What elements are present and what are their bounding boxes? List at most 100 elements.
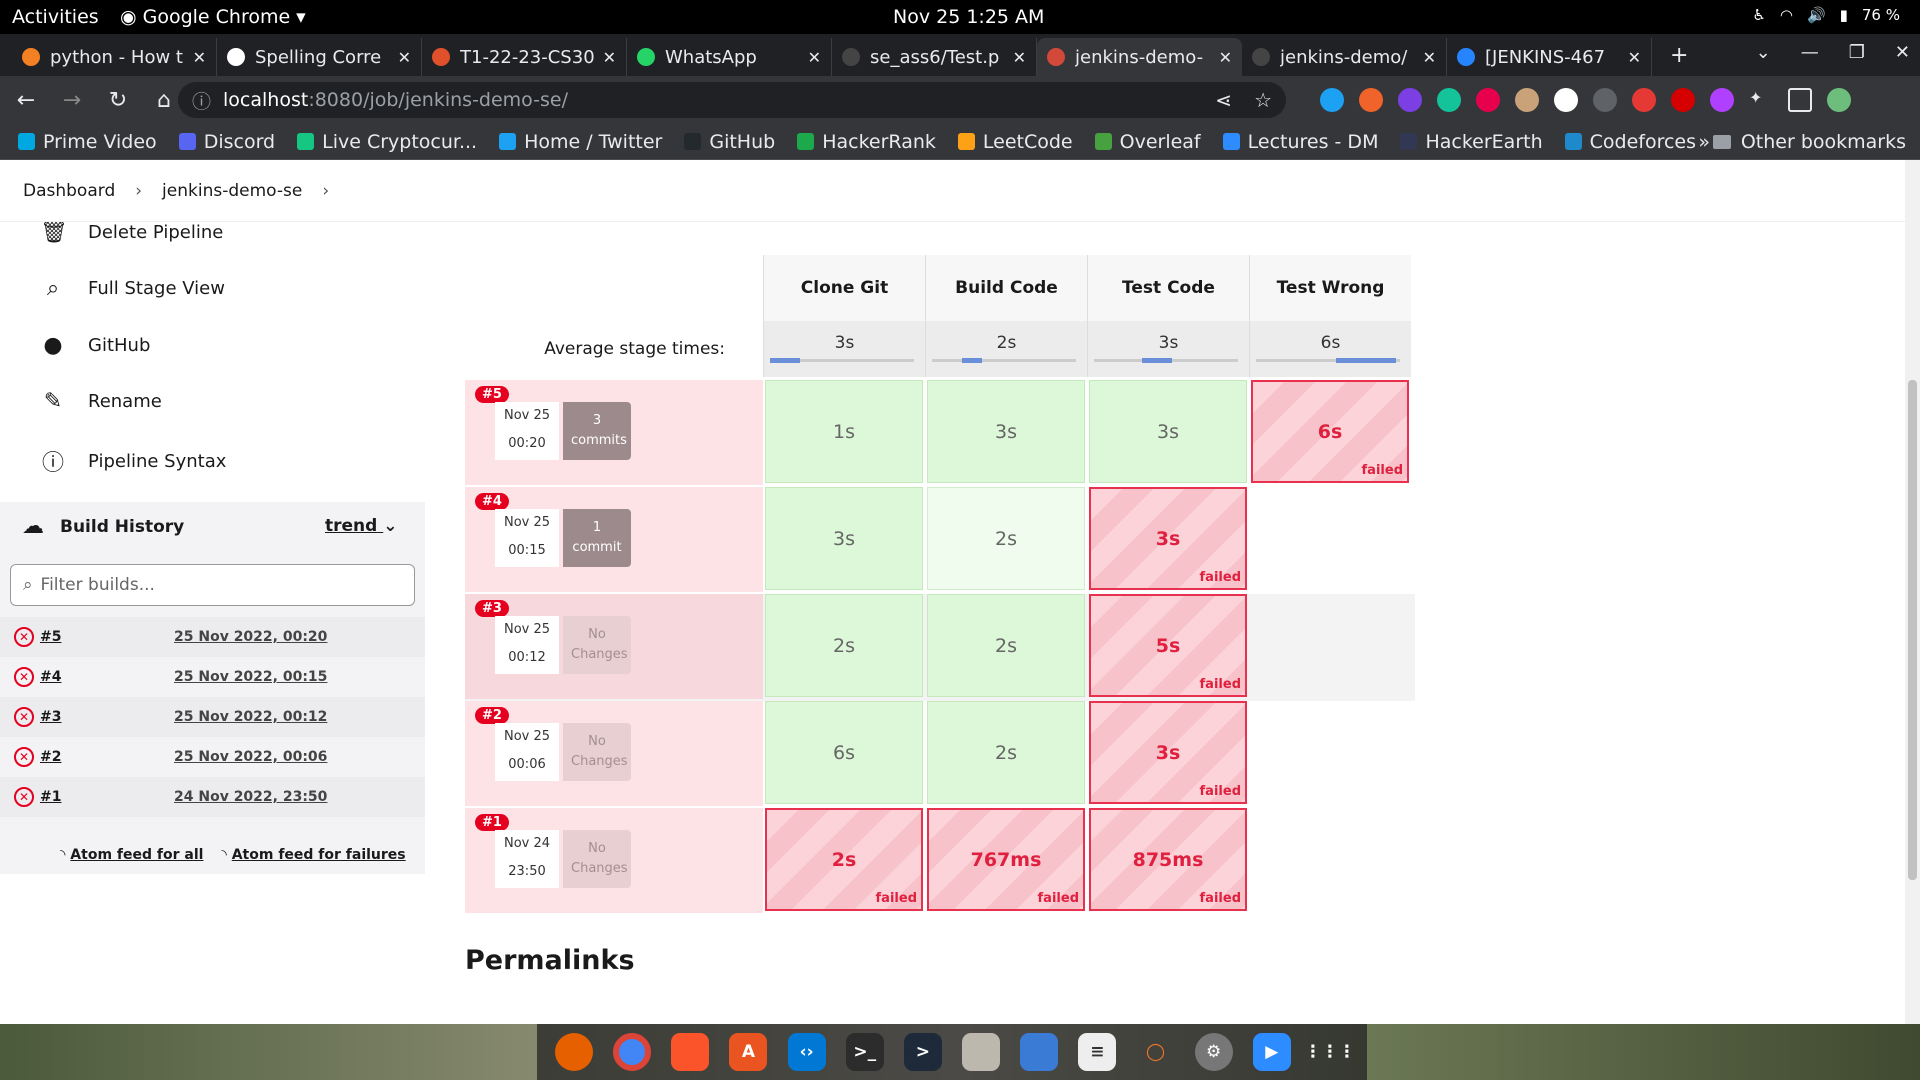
tab-search-icon[interactable]: ⌄ (1756, 42, 1771, 63)
chevron-right-icon[interactable]: › (322, 181, 329, 201)
files-icon[interactable] (962, 1033, 1001, 1071)
stage-cell[interactable]: 3s (927, 380, 1085, 483)
run-number-badge[interactable]: #5 (475, 386, 509, 403)
restore-icon[interactable]: ❐ (1849, 42, 1865, 63)
stage-cell[interactable]: 3s failed (1089, 701, 1247, 804)
sidebar-item-delete-pipeline[interactable]: 🗑 Delete Pipeline (40, 220, 223, 245)
build-number-link[interactable]: #1 (40, 789, 130, 805)
close-tab-icon[interactable]: ✕ (1219, 48, 1232, 67)
stage-cell[interactable]: 6s (765, 701, 923, 804)
bookmark-item[interactable]: Discord (178, 131, 275, 153)
browser-tab[interactable]: jenkins-demo/ ✕ (1242, 38, 1447, 76)
stage-cell[interactable]: 6s failed (1251, 380, 1409, 483)
profile-avatar[interactable] (1827, 88, 1851, 112)
close-tab-icon[interactable]: ✕ (1013, 48, 1026, 67)
browser-tab[interactable]: [JENKINS-467 ✕ (1447, 38, 1652, 76)
activities-button[interactable]: Activities (12, 6, 99, 28)
filter-builds-input[interactable]: ⌕ Filter builds... (10, 564, 415, 606)
breadcrumb-job[interactable]: jenkins-demo-se (162, 181, 302, 201)
run-changes[interactable]: No Changes (563, 723, 631, 781)
jupyter-icon[interactable]: ◯ (1136, 1033, 1174, 1071)
forward-icon[interactable]: → (52, 88, 92, 113)
extension-icon[interactable] (1515, 88, 1539, 112)
bookmark-item[interactable]: Live Cryptocur... (297, 131, 477, 153)
sidebar-item-github[interactable]: ● GitHub (40, 333, 150, 358)
ublock-icon[interactable] (1671, 88, 1695, 112)
extension-icon[interactable] (1632, 88, 1656, 112)
url-bar[interactable]: ⓘ localhost:8080/job/jenkins-demo-se/ ⋖ ☆ (178, 82, 1286, 118)
stage-cell[interactable]: 2s (927, 487, 1085, 590)
build-row[interactable]: ✕ #1 24 Nov 2022, 23:50 (0, 777, 425, 817)
clock[interactable]: Nov 25 1:25 AM (893, 6, 1044, 28)
sidebar-item-pipeline-syntax[interactable]: ⓘ Pipeline Syntax (40, 445, 226, 477)
terminal-icon[interactable]: >_ (845, 1033, 884, 1071)
build-date-link[interactable]: 25 Nov 2022, 00:12 (174, 709, 327, 725)
stage-cell[interactable]: 3s failed (1089, 487, 1247, 590)
build-row[interactable]: ✕ #5 25 Nov 2022, 00:20 (0, 617, 425, 657)
scrollbar-thumb[interactable] (1908, 380, 1917, 880)
stage-cell[interactable]: 1s (765, 380, 923, 483)
run-changes[interactable]: 3 commits (563, 402, 631, 460)
document-viewer-icon[interactable] (1020, 1033, 1059, 1071)
build-number-link[interactable]: #4 (40, 669, 130, 685)
bookmark-item[interactable]: Overleaf (1094, 131, 1201, 153)
site-info-icon[interactable]: ⓘ (192, 87, 211, 114)
run-info[interactable]: #1 Nov 24 23:50 No Changes (465, 808, 763, 913)
chevron-right-icon[interactable]: › (135, 181, 142, 201)
run-changes[interactable]: No Changes (563, 830, 631, 888)
stage-cell[interactable]: 5s failed (1089, 594, 1247, 697)
stage-cell[interactable]: 3s (765, 487, 923, 590)
stage-cell[interactable]: 767ms failed (927, 808, 1085, 911)
browser-tab[interactable]: Spelling Corre ✕ (217, 38, 422, 76)
run-info[interactable]: #4 Nov 25 00:15 1 commit (465, 487, 763, 592)
build-number-link[interactable]: #5 (40, 629, 130, 645)
app-store-icon[interactable]: A (729, 1033, 768, 1071)
sidepanel-icon[interactable] (1788, 88, 1812, 112)
build-date-link[interactable]: 25 Nov 2022, 00:06 (174, 749, 327, 765)
zoom-icon[interactable]: ▶ (1252, 1033, 1291, 1071)
close-tab-icon[interactable]: ✕ (1423, 48, 1436, 67)
browser-tab[interactable]: se_ass6/Test.p ✕ (832, 38, 1037, 76)
reload-icon[interactable]: ↻ (98, 88, 138, 113)
sidebar-item-rename[interactable]: ✎ Rename (40, 389, 162, 414)
new-tab-button[interactable]: + (1670, 43, 1688, 68)
atom-feed-failures-link[interactable]: ◝ Atom feed for failures (221, 847, 405, 863)
chrome-icon[interactable] (613, 1033, 652, 1071)
bookmark-item[interactable]: Codeforces (1564, 131, 1696, 153)
build-row[interactable]: ✕ #3 25 Nov 2022, 00:12 (0, 697, 425, 737)
build-date-link[interactable]: 25 Nov 2022, 00:20 (174, 629, 327, 645)
puzzle-icon[interactable]: ✦ (1749, 88, 1773, 112)
build-row[interactable]: ✕ #4 25 Nov 2022, 00:15 (0, 657, 425, 697)
breadcrumb-dashboard[interactable]: Dashboard (23, 181, 115, 201)
bookmark-item[interactable]: Lectures - DM (1222, 131, 1378, 153)
stage-cell[interactable]: 3s (1089, 380, 1247, 483)
close-tab-icon[interactable]: ✕ (193, 48, 206, 67)
page-scrollbar[interactable] (1905, 160, 1920, 1024)
system-tray[interactable]: ♿ ◠ 🔊 ▮ 76 % (1752, 6, 1900, 24)
build-row[interactable]: ✕ #2 25 Nov 2022, 00:06 (0, 737, 425, 777)
grammarly-icon[interactable] (1437, 88, 1461, 112)
close-tab-icon[interactable]: ✕ (1628, 48, 1641, 67)
close-tab-icon[interactable]: ✕ (808, 48, 821, 67)
build-date-link[interactable]: 24 Nov 2022, 23:50 (174, 789, 327, 805)
close-tab-icon[interactable]: ✕ (603, 48, 616, 67)
share-icon[interactable]: ⋖ (1215, 88, 1232, 112)
bookmark-item[interactable]: GitHub (684, 131, 775, 153)
run-number-badge[interactable]: #4 (475, 493, 509, 510)
atom-feed-all-link[interactable]: ◝ Atom feed for all (60, 847, 203, 863)
run-number-badge[interactable]: #3 (475, 600, 509, 617)
extension-icon[interactable] (1398, 88, 1422, 112)
text-editor-icon[interactable]: ≡ (1078, 1033, 1117, 1071)
bookmark-item[interactable]: LeetCode (957, 131, 1073, 153)
sidebar-item-full-stage-view[interactable]: ⌕ Full Stage View (40, 276, 225, 301)
minimize-icon[interactable]: — (1801, 42, 1819, 63)
run-number-badge[interactable]: #2 (475, 707, 509, 724)
stage-cell[interactable]: 2s (765, 594, 923, 697)
extension-icon[interactable] (1593, 88, 1617, 112)
run-info[interactable]: #3 Nov 25 00:12 No Changes (465, 594, 763, 699)
more-bookmarks-icon[interactable]: » (1698, 131, 1710, 153)
build-number-link[interactable]: #2 (40, 749, 130, 765)
run-number-badge[interactable]: #1 (475, 814, 509, 831)
brave-icon[interactable] (671, 1033, 710, 1071)
run-changes[interactable]: No Changes (563, 616, 631, 674)
